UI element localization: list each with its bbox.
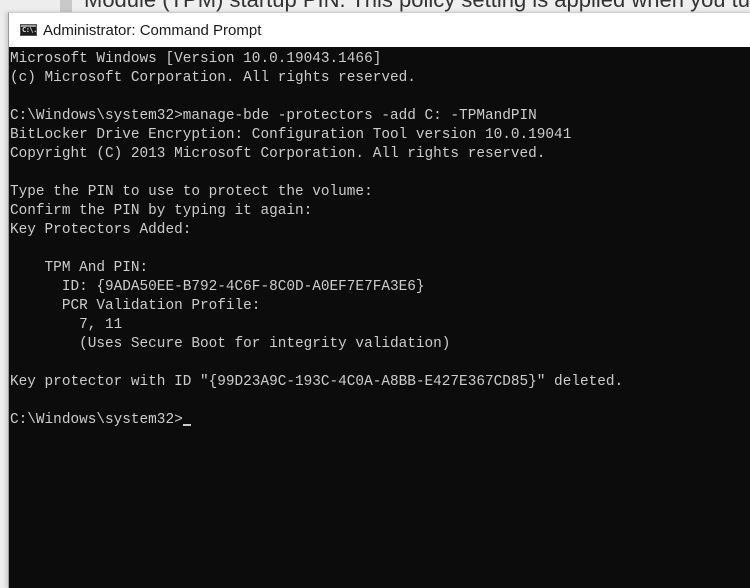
console-line: ID: {9ADA50EE-B792-4C6F-8C0D-A0EF7E7FA3E…	[10, 279, 425, 295]
prompt-text: C:\Windows\system32>	[10, 412, 183, 428]
console-line: 7, 11	[10, 317, 123, 333]
console-output[interactable]: Microsoft Windows [Version 10.0.19043.14…	[9, 47, 750, 588]
cmd-icon-glyph: C:\.	[22, 26, 37, 34]
console-line: Confirm the PIN by typing it again:	[10, 203, 313, 219]
window-title: Administrator: Command Prompt	[43, 21, 262, 39]
console-line: (Uses Secure Boot for integrity validati…	[10, 336, 451, 352]
console-line: TPM And PIN:	[10, 260, 149, 276]
console-line: PCR Validation Profile:	[10, 298, 261, 314]
command-input-line[interactable]: C:\Windows\system32>	[9, 411, 750, 430]
cmd-icon: C:\.	[20, 24, 37, 36]
console-line: Copyright (C) 2013 Microsoft Corporation…	[10, 146, 546, 162]
console-line: Key Protectors Added:	[10, 222, 192, 238]
console-line: C:\Windows\system32>manage-bde -protecto…	[10, 108, 537, 124]
command-prompt-window[interactable]: C:\. Administrator: Command Prompt Micro…	[8, 12, 750, 588]
text-cursor	[182, 424, 191, 426]
console-line: (c) Microsoft Corporation. All rights re…	[10, 70, 416, 86]
console-line: BitLocker Drive Encryption: Configuratio…	[10, 127, 572, 143]
console-line: Key protector with ID "{99D23A9C-193C-4C…	[10, 374, 624, 390]
title-bar[interactable]: C:\. Administrator: Command Prompt	[9, 13, 750, 47]
console-line: Microsoft Windows [Version 10.0.19043.14…	[10, 51, 382, 67]
console-line: Type the PIN to use to protect the volum…	[10, 184, 373, 200]
